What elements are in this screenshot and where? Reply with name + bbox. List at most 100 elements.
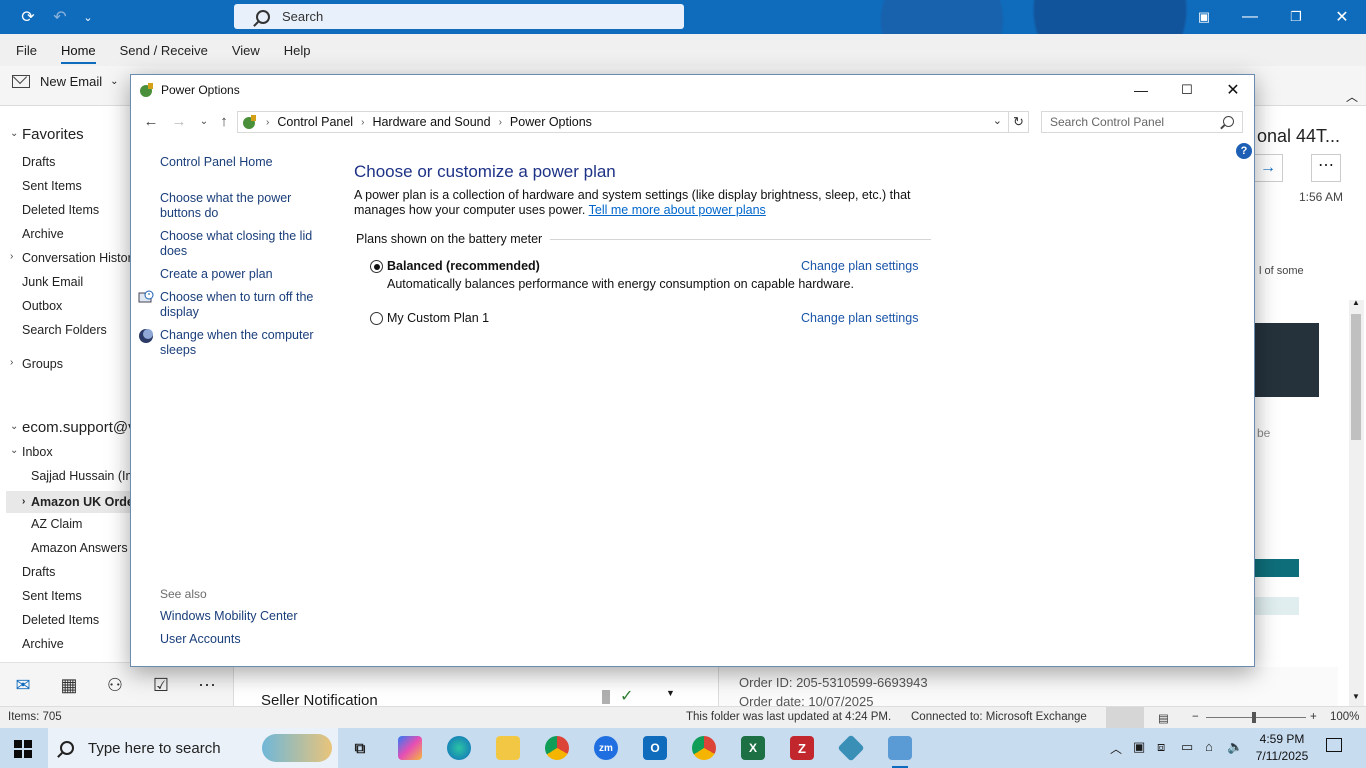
maximize-icon[interactable]: ☐ — [1164, 75, 1210, 105]
plan-balanced[interactable]: Balanced (recommended) Change plan setti… — [370, 257, 930, 277]
battery-icon[interactable]: ▭ — [1181, 739, 1193, 755]
breadcrumb-hardware-sound[interactable]: Hardware and Sound — [372, 115, 490, 129]
menu-file[interactable]: File — [16, 37, 37, 64]
folder-az-claim[interactable]: AZ Claim — [31, 517, 82, 531]
folder-sajjad[interactable]: Sajjad Hussain (Imp — [31, 469, 143, 483]
scroll-up-icon[interactable]: ▲ — [1352, 298, 1360, 307]
flag-icon[interactable] — [602, 690, 610, 704]
forward-arrow-icon[interactable]: → — [169, 112, 189, 132]
menu-view[interactable]: View — [232, 37, 260, 64]
coming-soon-icon[interactable]: ▣ — [1184, 0, 1224, 34]
plan-custom-name[interactable]: My Custom Plan 1 — [387, 311, 489, 325]
calendar-icon[interactable]: ▦ — [58, 675, 80, 695]
plan-custom-change-settings[interactable]: Change plan settings — [801, 311, 918, 325]
task-view-icon[interactable]: ⧉ — [348, 736, 372, 760]
tasks-icon[interactable]: ☑ — [150, 675, 172, 695]
folder-archive[interactable]: Archive — [22, 227, 64, 241]
menu-home[interactable]: Home — [60, 37, 96, 64]
breadcrumb-separator-icon[interactable]: › — [361, 117, 364, 128]
chrome-icon[interactable] — [545, 736, 569, 760]
folder-sent-items[interactable]: Sent Items — [22, 179, 82, 193]
close-icon[interactable]: ✕ — [1322, 0, 1362, 34]
plan-balanced-radio[interactable] — [370, 260, 383, 273]
excel-icon[interactable]: X — [741, 736, 765, 760]
reading-scrollbar[interactable]: ▲ ▼ — [1349, 298, 1364, 706]
menu-help[interactable]: Help — [284, 37, 311, 64]
zoom-slider[interactable] — [1206, 717, 1306, 718]
address-bar[interactable]: › Control Panel › Hardware and Sound › P… — [237, 111, 1009, 133]
filezilla-icon[interactable]: Z — [790, 736, 814, 760]
folder-outbox[interactable]: Outbox — [22, 299, 62, 313]
mail-icon[interactable]: ✉ — [12, 675, 34, 695]
minimize-icon[interactable]: — — [1118, 75, 1164, 105]
restore-icon[interactable]: ❐ — [1276, 0, 1316, 34]
more-actions-icon[interactable]: ⋯ — [1311, 154, 1341, 182]
copilot-icon[interactable] — [398, 736, 422, 760]
groups-header[interactable]: Groups — [22, 357, 63, 371]
forward-icon[interactable]: → — [1253, 154, 1283, 182]
folder-search-folders[interactable]: Search Folders — [22, 323, 107, 337]
reading-view-icon[interactable]: ▤ — [1158, 711, 1169, 725]
notifications-icon[interactable] — [1326, 738, 1342, 752]
collapse-ribbon-icon[interactable]: ︿ — [1346, 88, 1358, 105]
folder-amazon-answers[interactable]: Amazon Answers — [31, 541, 128, 555]
folder-drafts-2[interactable]: Drafts — [22, 565, 55, 579]
more-apps-icon[interactable]: ⋯ — [196, 675, 218, 695]
folder-inbox[interactable]: Inbox — [22, 445, 53, 459]
folder-archive-2[interactable]: Archive — [22, 637, 64, 651]
learn-more-link[interactable]: Tell me more about power plans — [589, 203, 766, 217]
file-explorer-icon[interactable] — [496, 736, 520, 760]
folder-deleted-items-2[interactable]: Deleted Items — [22, 613, 99, 627]
control-panel-icon[interactable] — [888, 736, 912, 768]
link-power-buttons[interactable]: Choose what the power buttons do — [160, 191, 325, 221]
chevron-down-icon[interactable]: ⌄ — [10, 421, 18, 432]
chevron-right-icon[interactable]: › — [10, 357, 13, 368]
new-email-button[interactable]: New Email ⌄ — [12, 74, 119, 89]
chevron-down-icon[interactable]: ⌄ — [110, 76, 118, 87]
control-panel-search[interactable]: Search Control Panel — [1041, 111, 1243, 133]
link-user-accounts[interactable]: User Accounts — [160, 632, 325, 647]
chevron-down-icon[interactable]: ⌄ — [993, 114, 1002, 127]
network-icon[interactable]: ⌂ — [1205, 739, 1213, 754]
favorites-header[interactable]: Favorites — [22, 126, 84, 143]
normal-view-icon[interactable] — [1106, 707, 1144, 728]
zoom-slider-thumb[interactable] — [1252, 712, 1256, 723]
outlook-search-box[interactable]: Search — [234, 4, 684, 29]
chevron-down-icon[interactable]: ⌄ — [10, 445, 18, 456]
app-blue-icon[interactable] — [837, 734, 865, 762]
zoom-in-icon[interactable]: + — [1310, 711, 1317, 723]
show-hidden-icons[interactable]: ︿ — [1110, 740, 1122, 757]
close-icon[interactable]: ✕ — [1210, 75, 1256, 105]
folder-sent-items-2[interactable]: Sent Items — [22, 589, 82, 603]
meet-now-icon[interactable]: ▣ — [1133, 739, 1145, 755]
refresh-icon[interactable]: ↻ — [1009, 111, 1029, 133]
folder-drafts[interactable]: Drafts — [22, 155, 55, 169]
link-windows-mobility-center[interactable]: Windows Mobility Center — [160, 609, 325, 624]
folder-conversation-history[interactable]: Conversation History — [22, 251, 138, 265]
outlook-icon[interactable]: O — [643, 736, 667, 760]
link-create-power-plan[interactable]: Create a power plan — [160, 267, 325, 282]
breadcrumb-control-panel[interactable]: Control Panel — [277, 115, 353, 129]
back-arrow-icon[interactable]: ← — [141, 112, 161, 132]
chevron-right-icon[interactable]: › — [10, 251, 13, 262]
link-closing-lid[interactable]: Choose what closing the lid does — [160, 229, 325, 259]
minimize-icon[interactable]: — — [1230, 0, 1270, 34]
clock[interactable]: 4:59 PM 7/11/2025 — [1252, 731, 1312, 765]
taskbar-search[interactable]: Type here to search — [48, 728, 338, 768]
recent-locations-icon[interactable]: ⌄ — [194, 112, 214, 132]
zoom-out-icon[interactable]: − — [1192, 711, 1199, 723]
zoom-icon[interactable]: zm — [594, 736, 618, 760]
volume-icon[interactable]: 🔈 — [1227, 739, 1243, 755]
breadcrumb-power-options[interactable]: Power Options — [510, 115, 592, 129]
people-icon[interactable]: ⚇ — [104, 675, 126, 695]
breadcrumb-separator-icon[interactable]: › — [499, 117, 502, 128]
plan-custom-radio[interactable] — [370, 312, 383, 325]
folder-deleted-items[interactable]: Deleted Items — [22, 203, 99, 217]
chrome-profile-icon[interactable] — [692, 736, 716, 760]
folder-amazon-uk-orders[interactable]: › Amazon UK Order — [6, 491, 139, 513]
help-icon[interactable]: ? — [1236, 143, 1252, 159]
screen-icon[interactable]: ⧈ — [1157, 739, 1165, 755]
link-control-panel-home[interactable]: Control Panel Home — [160, 155, 325, 170]
up-arrow-icon[interactable]: ↑ — [214, 112, 234, 132]
folder-junk-email[interactable]: Junk Email — [22, 275, 83, 289]
